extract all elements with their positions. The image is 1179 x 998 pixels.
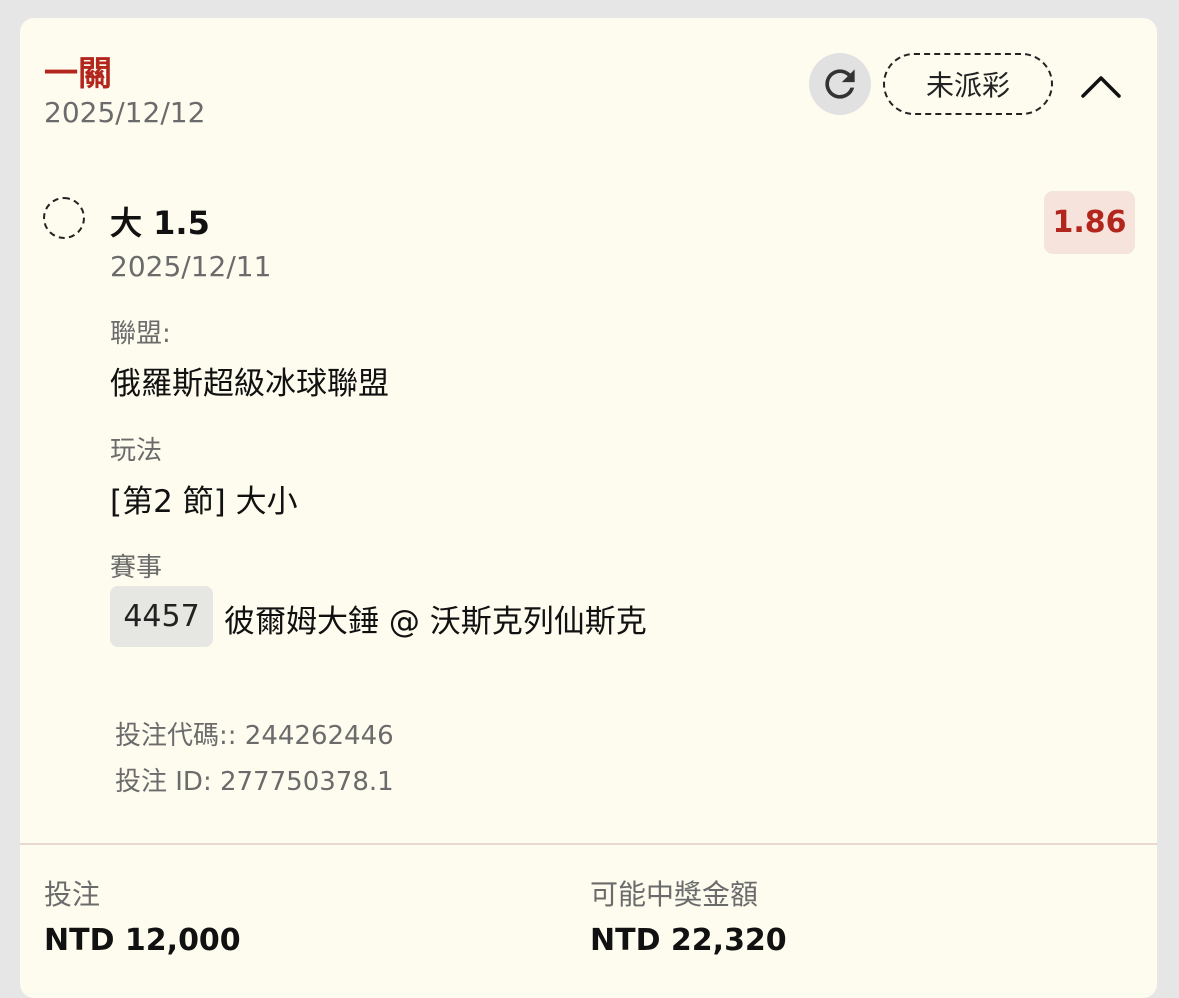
divider [20, 843, 1157, 845]
refresh-icon [825, 69, 855, 99]
odds-badge: 1.86 [1044, 191, 1135, 254]
bet-code: 投注代碼:: 244262446 [115, 721, 394, 751]
bet-card: 一關 2025/12/12 未派彩 大 1.5 2025/12/11 1.86 … [20, 18, 1157, 998]
league-value: 俄羅斯超級冰球聯盟 [110, 366, 389, 402]
stake-label: 投注 [44, 878, 101, 911]
payout-label: 可能中獎金額 [590, 878, 759, 911]
selection-pick: 大 1.5 [110, 204, 210, 242]
event-name: 彼爾姆大錘 @ 沃斯克列仙斯克 [224, 604, 647, 640]
stake-value: NTD 12,000 [44, 923, 241, 958]
event-id-badge: 4457 [110, 586, 213, 647]
market-label: 玩法 [110, 436, 163, 466]
collapse-button[interactable] [1077, 65, 1125, 105]
match-date: 2025/12/11 [110, 250, 272, 283]
bet-id: 投注 ID: 277750378.1 [115, 767, 394, 797]
pending-status-icon [43, 197, 85, 239]
payout-value: NTD 22,320 [590, 923, 787, 958]
bet-date: 2025/12/12 [44, 96, 206, 129]
status-badge: 未派彩 [883, 53, 1053, 115]
refresh-button[interactable] [809, 53, 871, 115]
bet-type-title: 一關 [44, 54, 112, 94]
market-value: [第2 節] 大小 [110, 484, 298, 520]
chevron-up-icon [1081, 76, 1121, 98]
league-label: 聯盟: [110, 319, 171, 349]
event-label: 賽事 [110, 553, 163, 583]
